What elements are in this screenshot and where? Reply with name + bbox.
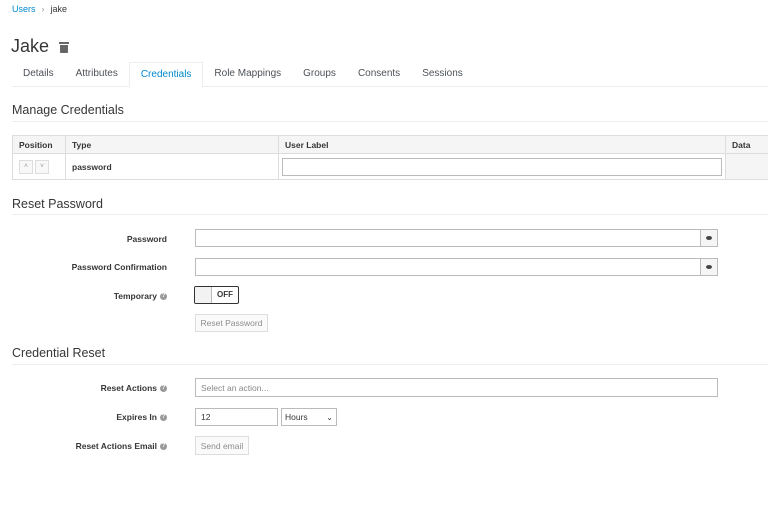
trash-icon[interactable] (59, 41, 70, 53)
column-data: Data (725, 135, 768, 154)
move-up-button[interactable]: ˄ (19, 159, 33, 174)
password-confirmation-label: Password Confirmation (71, 262, 167, 272)
toggle-state: OFF (217, 290, 233, 299)
reset-actions-label-text: Reset Actions (100, 383, 157, 393)
credentials-table: Position Type User Label Data ˄ ˅ passwor… (12, 135, 768, 180)
expires-in-input[interactable]: 12 (195, 408, 278, 426)
temporary-toggle[interactable]: OFF (194, 286, 239, 304)
tab-bar: Details Attributes Credentials Role Mapp… (12, 62, 768, 88)
data-cell (725, 153, 768, 180)
tab-groups[interactable]: Groups (292, 62, 347, 86)
expires-in-label-text: Expires In (116, 412, 157, 422)
table-row: ˄ ˅ password (12, 153, 768, 180)
breadcrumb: Users › jake (12, 4, 67, 14)
toggle-knob (195, 287, 212, 303)
position-cell: ˄ ˅ (12, 153, 66, 180)
tab-role-mappings[interactable]: Role Mappings (203, 62, 292, 86)
tab-attributes[interactable]: Attributes (65, 62, 129, 86)
move-down-button[interactable]: ˅ (35, 159, 49, 174)
column-position: Position (12, 135, 66, 154)
password-label: Password (126, 234, 167, 244)
send-email-button[interactable]: Send email (195, 436, 249, 455)
manage-credentials-heading: Manage Credentials (12, 103, 124, 117)
password-input[interactable] (195, 229, 701, 247)
reset-password-heading: Reset Password (12, 197, 104, 211)
tab-consents[interactable]: Consents (347, 62, 411, 86)
chevron-down-icon: ⌄ (326, 412, 333, 422)
user-label-input[interactable] (282, 157, 722, 176)
type-cell: password (65, 153, 279, 180)
credential-reset-heading: Credential Reset (12, 346, 106, 360)
password-confirmation-input[interactable] (195, 258, 701, 276)
help-icon[interactable]: ? (160, 293, 167, 301)
table-header-row: Position Type User Label Data (12, 135, 768, 154)
breadcrumb-separator: › (41, 4, 45, 14)
expires-in-label: Expires In? (7, 412, 167, 422)
column-user-label: User Label (278, 135, 726, 154)
expires-unit-select[interactable]: Hours ⌄ (281, 408, 337, 426)
eye-icon (706, 236, 712, 240)
tab-details[interactable]: Details (12, 62, 65, 86)
eye-icon (706, 265, 712, 269)
column-type: Type (65, 135, 279, 154)
temporary-label: Temporary? (7, 291, 167, 301)
tab-credentials[interactable]: Credentials (128, 62, 204, 88)
divider (12, 364, 768, 365)
user-label-cell (278, 153, 726, 180)
divider (12, 121, 768, 122)
expires-unit-value: Hours (285, 412, 308, 422)
help-icon[interactable]: ? (160, 443, 167, 451)
tab-sessions[interactable]: Sessions (411, 62, 474, 86)
reset-actions-label: Reset Actions? (7, 383, 167, 393)
divider (12, 214, 768, 215)
page-title-row: Jake (11, 36, 70, 57)
reset-password-button[interactable]: Reset Password (195, 314, 268, 332)
reset-actions-email-label: Reset Actions Email? (7, 441, 167, 451)
reset-actions-select[interactable]: Select an action... (195, 378, 718, 397)
breadcrumb-current: jake (50, 4, 68, 14)
help-icon[interactable]: ? (160, 414, 167, 422)
page-title: Jake (11, 36, 50, 56)
show-password-button[interactable] (700, 229, 718, 247)
breadcrumb-users-link[interactable]: Users (12, 4, 36, 14)
help-icon[interactable]: ? (160, 385, 167, 393)
show-confirmation-button[interactable] (700, 258, 718, 276)
reset-actions-email-label-text: Reset Actions Email (75, 441, 157, 451)
temporary-label-text: Temporary (113, 291, 157, 301)
